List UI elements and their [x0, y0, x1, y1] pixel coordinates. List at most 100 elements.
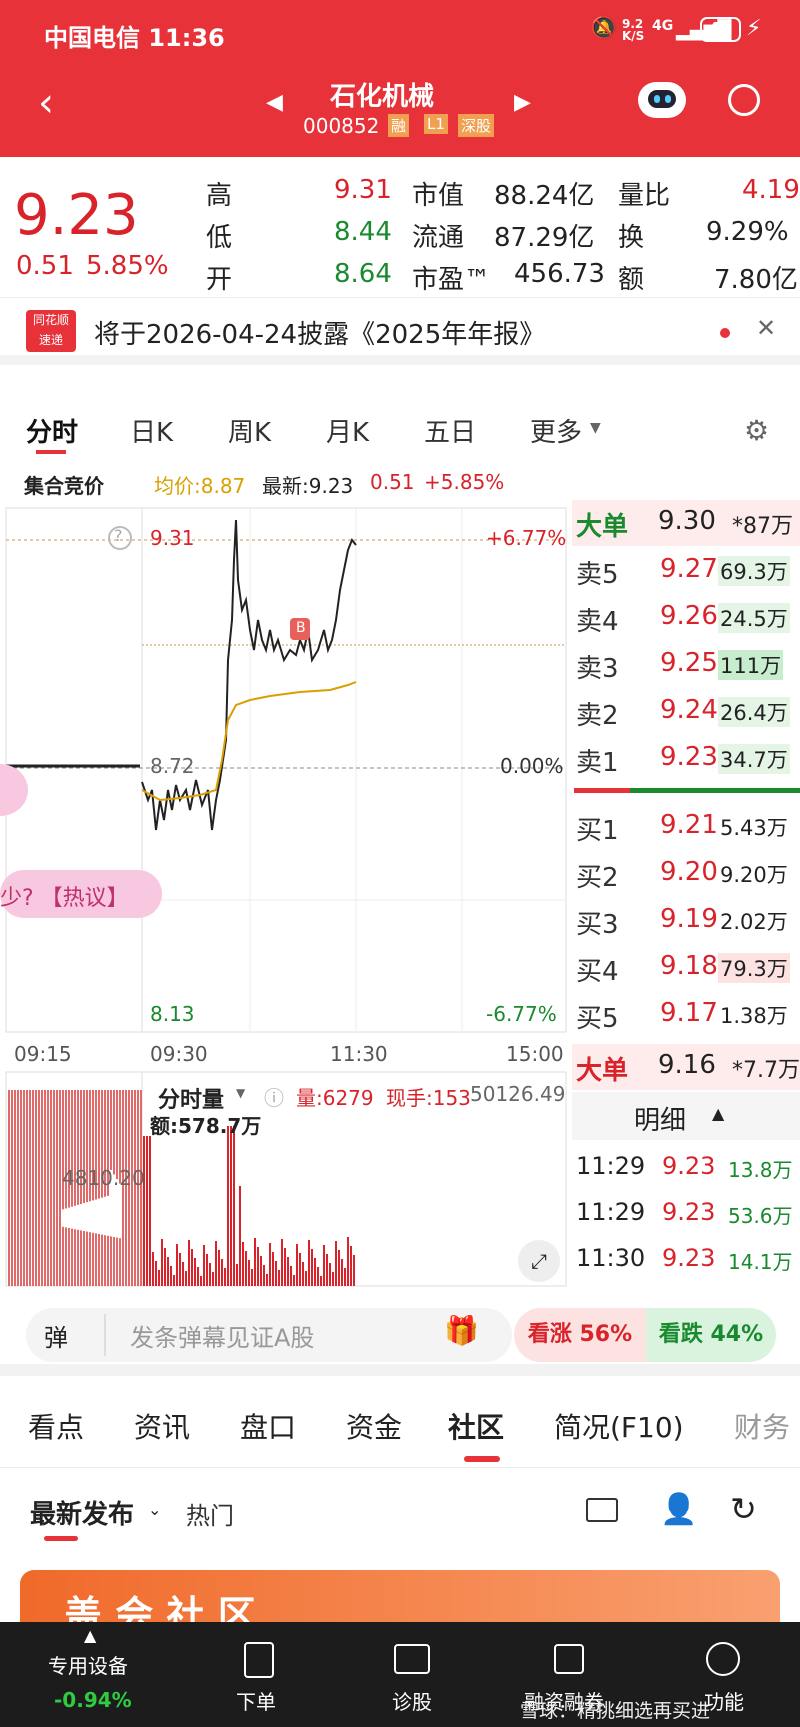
tab-finance[interactable]: 财务 — [734, 1406, 800, 1446]
chevron-down-icon: ▼ — [236, 1086, 246, 1100]
volume-bar — [167, 1257, 169, 1286]
buy-row[interactable]: 买1 9.21 5.43万 — [572, 804, 800, 850]
badge-margin: 融 — [388, 114, 410, 137]
volume-bar — [257, 1247, 259, 1286]
volume-bar — [44, 1223, 46, 1286]
current-price: 9.23 — [14, 183, 139, 248]
volume-bar — [245, 1251, 247, 1286]
sort-hot[interactable]: 热门 — [186, 1496, 234, 1531]
prev-stock-icon[interactable]: ◀ — [266, 90, 283, 115]
tab-handicap[interactable]: 盘口 — [240, 1406, 296, 1446]
help-icon[interactable]: ⓘ — [264, 1082, 284, 1111]
robot-assistant-icon[interactable] — [638, 82, 686, 118]
tab-daily[interactable]: 日K — [130, 412, 173, 449]
buy-row[interactable]: 买2 9.20 9.20万 — [572, 851, 800, 897]
tab-capital[interactable]: 资金 — [346, 1406, 402, 1446]
refresh-icon[interactable]: ↻ — [730, 1490, 757, 1528]
volume-bar — [116, 1237, 118, 1286]
help-icon[interactable]: ? — [114, 526, 123, 545]
sell-row[interactable]: 卖4 9.26 24.5万 — [572, 595, 800, 641]
hot-topic-bubble[interactable]: 少? 【热议】 — [0, 880, 129, 912]
buy-sell-ratio-buy — [630, 788, 800, 793]
tab-indicator — [464, 1456, 500, 1462]
buy-row[interactable]: 买3 9.19 2.02万 — [572, 898, 800, 944]
trade-detail-header[interactable]: 明细 ▲ — [572, 1092, 800, 1140]
tab-weekly[interactable]: 周K — [228, 412, 271, 449]
user-icon[interactable]: 👤 — [660, 1492, 697, 1527]
expand-icon[interactable]: ⤢ — [518, 1240, 560, 1282]
tab-monthly[interactable]: 月K — [326, 412, 369, 449]
sell-row[interactable]: 卖5 9.27 69.3万 — [572, 548, 800, 594]
mail-icon[interactable] — [586, 1498, 618, 1522]
close-icon[interactable]: ✕ — [756, 314, 776, 342]
settings-icon[interactable]: ⚙ — [744, 414, 769, 447]
vote-up-button[interactable]: 看涨 56% — [514, 1308, 646, 1362]
tab-more[interactable]: 更多 — [530, 412, 582, 449]
stock-header: ‹ ◀ 石化机械 ▶ 000852 融 L1 深股 — [0, 62, 800, 157]
trade-price: 9.23 — [662, 1198, 716, 1226]
volume-bar — [263, 1265, 265, 1286]
sell-row[interactable]: 卖3 9.25 111万 — [572, 642, 800, 688]
bottom-toolbar: ▲ 专用设备 -0.94% 下单 诊股 融资融券 功能 雪球：精挑细选再买进 — [0, 1622, 800, 1727]
tab-five-day[interactable]: 五日 — [424, 412, 476, 449]
toolbar-order[interactable]: 下单 — [224, 1622, 294, 1727]
trade-detail-row: 11:29 9.23 53.6万 — [572, 1192, 800, 1238]
announcement-bar[interactable]: 同花顺 速递 将于2026-04-24披露《2025年年报》 ✕ — [0, 297, 800, 365]
back-icon[interactable]: ‹ — [38, 80, 54, 126]
next-stock-icon[interactable]: ▶ — [514, 90, 531, 115]
volume-chart[interactable]: 分时量 ▼ ⓘ 量:6279 现手:153 50126.49 额:578.7万 … — [0, 1070, 572, 1290]
volume-bar — [278, 1270, 280, 1286]
tab-news[interactable]: 资讯 — [134, 1406, 190, 1446]
volume-bar — [14, 1217, 16, 1286]
tab-highlights[interactable]: 看点 — [28, 1406, 84, 1446]
community-banner[interactable]: 盖 会 社 区 — [20, 1570, 780, 1637]
intraday-chart[interactable]: ? B 少? 【热议】 9.31 +6.77% 8.72 0.00% 8.13 … — [0, 500, 572, 1040]
volume-amount: 额:578.7万 — [150, 1114, 262, 1138]
toolbar-diagnose[interactable]: 诊股 — [378, 1622, 448, 1727]
volume-bar — [32, 1090, 34, 1240]
tab-community[interactable]: 社区 — [448, 1406, 504, 1446]
volume-bar — [188, 1240, 190, 1286]
volume-bar — [143, 1136, 145, 1286]
menu-icon — [706, 1642, 740, 1676]
volume-bar — [26, 1219, 28, 1286]
volume-bar — [248, 1260, 250, 1286]
tab-f10[interactable]: 简况(F10) — [554, 1406, 684, 1446]
volume-bar — [314, 1258, 316, 1286]
volume-bar — [230, 1126, 232, 1286]
sell-row[interactable]: 卖2 9.24 26.4万 — [572, 689, 800, 735]
y-axis-mid-pct: 0.00% — [500, 754, 564, 778]
volume-bar — [110, 1090, 112, 1170]
buy-row[interactable]: 买4 9.18 79.3万 — [572, 945, 800, 991]
trade-price: 9.23 — [662, 1152, 716, 1180]
danmu-input[interactable]: 发条弹幕见证A股 — [130, 1318, 314, 1353]
y-axis-low-pct: -6.77% — [486, 1002, 557, 1026]
vote-down-button[interactable]: 看跌 44% — [646, 1308, 776, 1362]
quote-panel: 9.23 0.51 5.85% 高 9.31 市值 88.24亿 量比 4.19… — [0, 157, 800, 297]
sell-volume: 26.4万 — [718, 697, 790, 727]
status-bar: 中国电信 11:36 🔕 9.2 K/S 4G ▂▄▆█ 43 ⚡ — [0, 0, 800, 62]
volume-bar — [164, 1248, 166, 1286]
volume-bar — [8, 1216, 10, 1286]
trade-time: 11:29 — [576, 1152, 646, 1180]
sector-name[interactable]: 专用设备 — [48, 1650, 128, 1679]
volume-bar — [215, 1241, 217, 1286]
volume-bar — [281, 1239, 283, 1286]
buy-row[interactable]: 买5 9.17 1.38万 — [572, 992, 800, 1038]
y-axis-high-pct: +6.77% — [486, 526, 567, 550]
volume-bar — [200, 1276, 202, 1286]
buy-label: 买4 — [576, 957, 619, 987]
tab-intraday[interactable]: 分时 — [26, 412, 78, 449]
sort-latest[interactable]: 最新发布 — [30, 1494, 134, 1531]
sell-row[interactable]: 卖1 9.23 34.7万 — [572, 736, 800, 782]
search-icon[interactable] — [728, 84, 760, 116]
buy-sell-ratio-sell — [574, 788, 630, 793]
stock-code: 000852 — [303, 114, 380, 138]
big-order-price: 9.30 — [658, 506, 716, 536]
volume-bar — [17, 1217, 19, 1286]
gift-icon[interactable]: 🎁 — [444, 1314, 479, 1347]
trade-volume: 53.6万 — [728, 1204, 793, 1228]
buy-volume: 9.20万 — [720, 863, 788, 887]
buy-price: 9.21 — [660, 810, 718, 840]
mute-icon: 🔕 — [590, 16, 618, 41]
